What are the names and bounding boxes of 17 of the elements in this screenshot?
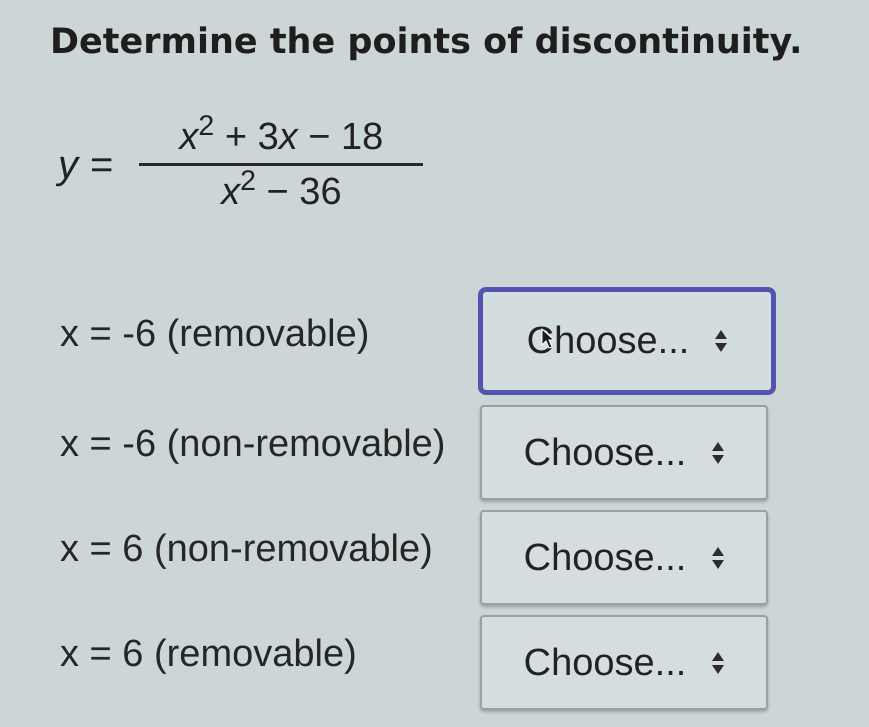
question-title: Determine the points of discontinuity. [50, 21, 802, 64]
option-label: x = -6 (non-removable) [60, 422, 446, 466]
choose-dropdown[interactable]: Choose... [480, 615, 768, 710]
equation-variable: y [58, 142, 78, 186]
option-label: x = -6 (removable) [60, 312, 370, 357]
fraction-numerator: x$^{2}$ + 3x − 18 [177, 116, 384, 158]
fraction-denominator: x$^{2}$ − 36 [218, 171, 343, 213]
equals-sign: = [90, 142, 114, 186]
up-down-arrows-icon [712, 546, 724, 568]
option-label: x = 6 (non-removable) [60, 526, 434, 572]
up-down-arrows-icon [715, 330, 728, 352]
up-down-arrows-icon [712, 652, 724, 674]
up-down-arrows-icon [712, 442, 724, 464]
choose-dropdown[interactable]: Choose... [480, 510, 768, 605]
choose-dropdown[interactable]: Choose... [480, 405, 768, 500]
choose-dropdown[interactable]: Choose... [478, 287, 776, 395]
option-label: x = 6 (removable) [60, 632, 358, 676]
